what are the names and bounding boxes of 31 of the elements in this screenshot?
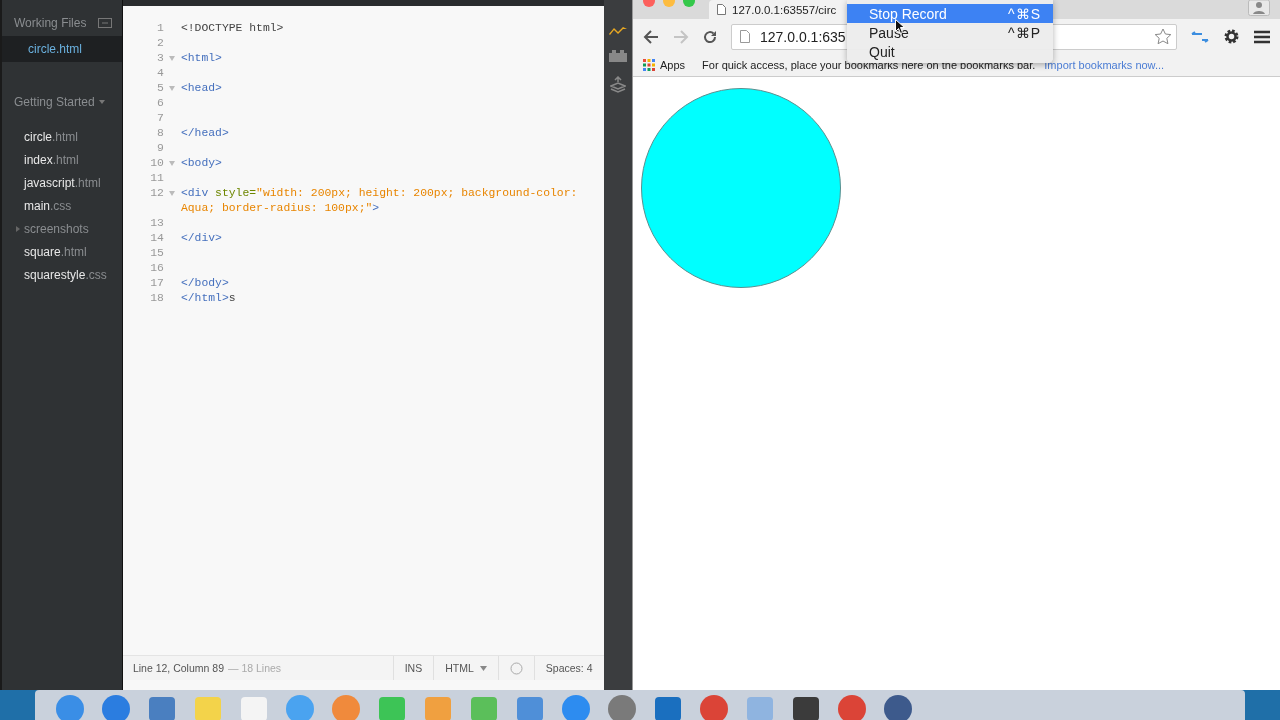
code-line: </html>s — [180, 291, 237, 306]
line-count: — 18 Lines — [227, 662, 282, 674]
line-number: 7 — [156, 111, 164, 126]
line-number: 1 — [156, 21, 164, 36]
working-files-title: Working Files — [14, 16, 87, 30]
line-number: 2 — [156, 36, 164, 51]
line-number: 16 — [149, 261, 164, 276]
line-number: 14 — [149, 231, 164, 246]
line-number: 11 — [149, 171, 164, 186]
line-number: 3 — [156, 51, 164, 66]
code-line: </head> — [180, 126, 230, 141]
code-line: <head> — [180, 81, 223, 96]
line-number: 17 — [149, 276, 164, 291]
code-line: <body> — [180, 156, 223, 171]
line-number: 12 — [149, 186, 164, 201]
cursor-position: Line 12, Column 89 — [132, 662, 224, 674]
line-number: 8 — [156, 126, 164, 141]
code-line: </div> — [180, 231, 223, 246]
code-line: <div style="width: 200px; height: 200px; background-color: Aqua; border-radius: 100px;"> — [180, 186, 579, 216]
line-number: 18 — [149, 291, 164, 306]
line-number: 5 — [156, 81, 164, 96]
line-number: 9 — [156, 141, 164, 156]
code-line: <html> — [180, 51, 223, 66]
line-number: 6 — [156, 96, 164, 111]
code-line: </body> — [180, 276, 230, 291]
line-number: 15 — [149, 246, 164, 261]
bookmarks-hint: For quick access, place your bookmarks here on the bookmarks bar. — [702, 59, 1036, 71]
line-number: 13 — [149, 216, 164, 231]
line-number: 4 — [156, 66, 164, 81]
line-number: 10 — [149, 156, 164, 171]
code-line: <!DOCTYPE html> — [180, 21, 285, 36]
